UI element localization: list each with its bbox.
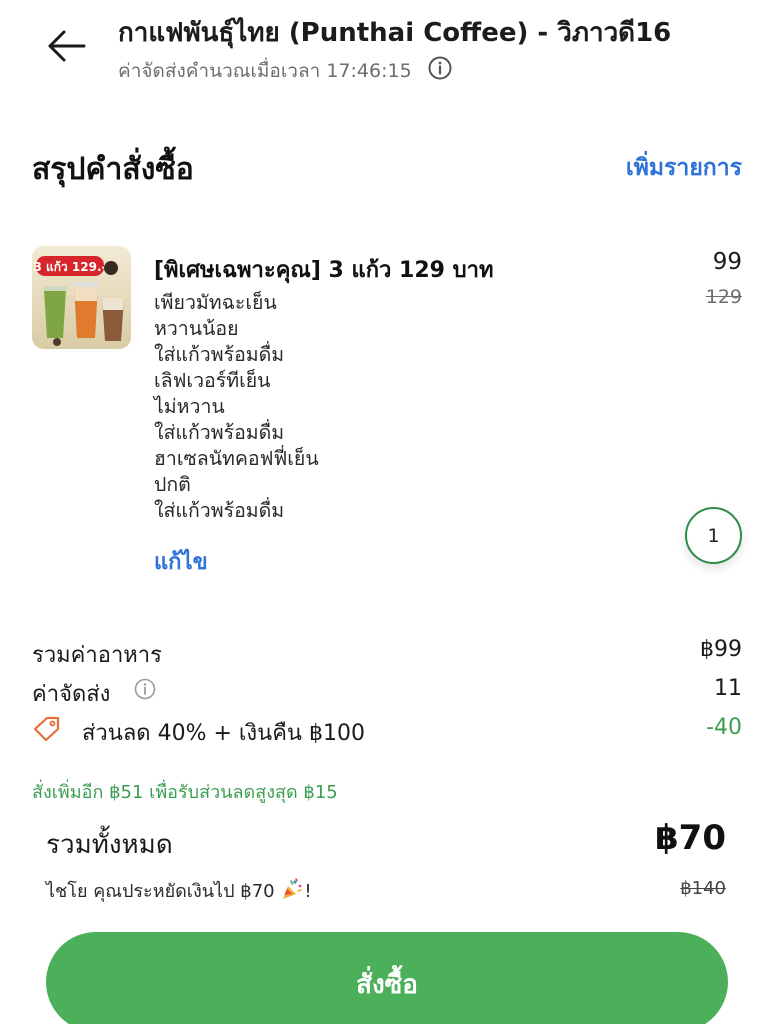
savings-exclamation: ! bbox=[304, 881, 312, 902]
item-option: เพียวมัทฉะเย็น bbox=[154, 291, 277, 314]
item-price: 99 bbox=[712, 249, 742, 275]
delivery-fee-value: 11 bbox=[714, 676, 742, 701]
item-option: ใส่แก้วพร้อมดื่ม bbox=[154, 421, 285, 444]
original-total-value: ฿140 bbox=[680, 878, 726, 899]
party-popper-icon bbox=[280, 877, 304, 901]
discount-label: ส่วนลด 40% + เงินคืน ฿100 bbox=[82, 721, 365, 746]
item-thumbnail: 3 แก้ว 129.- bbox=[32, 246, 131, 349]
upsell-note: สั่งเพิ่มอีก ฿51 เพื่อรับส่วนลดสูงสุด ฿1… bbox=[32, 782, 338, 803]
store-name: กาแฟพันธุ์ไทย (Punthai Coffee) - วิภาวดี… bbox=[118, 18, 672, 48]
price-tag-icon bbox=[33, 716, 61, 742]
grand-total-label: รวมทั้งหมด bbox=[46, 830, 173, 860]
order-summary-title: สรุปคำสั่งซื้อ bbox=[32, 152, 194, 187]
discount-value: -40 bbox=[706, 715, 742, 740]
header: กาแฟพันธุ์ไทย (Punthai Coffee) - วิภาวดี… bbox=[0, 0, 770, 100]
info-icon[interactable] bbox=[428, 56, 452, 80]
item-option: ใส่แก้วพร้อมดื่ม bbox=[154, 499, 285, 522]
thumbnail-badge-text: 3 แก้ว 129.- bbox=[33, 260, 106, 274]
delivery-fee-label: ค่าจัดส่ง bbox=[32, 682, 111, 707]
item-option: หวานน้อย bbox=[154, 317, 239, 340]
food-total-value: ฿99 bbox=[700, 637, 742, 662]
savings-text: ไชโย คุณประหยัดเงินไป ฿70 bbox=[46, 881, 275, 902]
grand-total-value: ฿70 bbox=[655, 818, 726, 858]
item-option: เลิฟเวอร์ทีเย็น bbox=[154, 369, 271, 392]
item-title: [พิเศษเฉพาะคุณ] 3 แก้ว 129 บาท bbox=[154, 258, 494, 283]
back-button[interactable] bbox=[44, 28, 90, 64]
quantity-button[interactable]: 1 bbox=[685, 507, 742, 564]
item-option: ใส่แก้วพร้อมดื่ม bbox=[154, 343, 285, 366]
item-option: ปกติ bbox=[154, 473, 191, 496]
place-order-button[interactable]: สั่งซื้อ bbox=[46, 932, 728, 1024]
add-items-link[interactable]: เพิ่มรายการ bbox=[626, 150, 742, 186]
edit-item-link[interactable]: แก้ไข bbox=[154, 544, 208, 579]
savings-note: ไชโย คุณประหยัดเงินไป ฿70 ! bbox=[46, 876, 312, 905]
item-options-list: เพียวมัทฉะเย็น หวานน้อย ใส่แก้วพร้อมดื่ม… bbox=[154, 290, 319, 524]
info-icon[interactable] bbox=[134, 678, 156, 700]
item-option: ฮาเซลนัทคอฟฟี่เย็น bbox=[154, 447, 319, 470]
item-original-price: 129 bbox=[705, 286, 742, 308]
arrow-left-icon bbox=[48, 30, 86, 62]
item-option: ไม่หวาน bbox=[154, 395, 225, 418]
delivery-fee-timestamp: ค่าจัดส่งคำนวณเมื่อเวลา 17:46:15 bbox=[118, 60, 412, 82]
food-total-label: รวมค่าอาหาร bbox=[32, 643, 162, 668]
